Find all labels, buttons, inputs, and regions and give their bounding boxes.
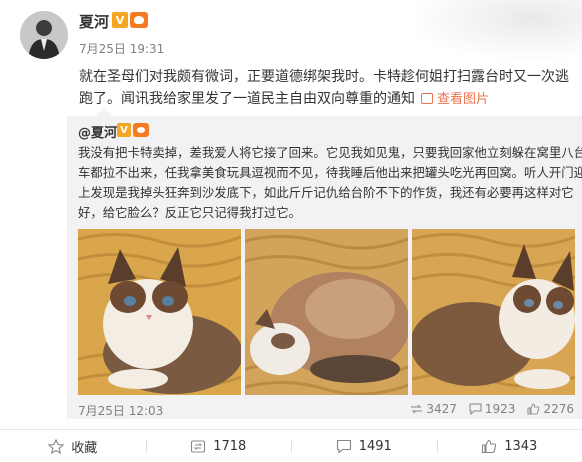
comment-count: 1491: [359, 439, 392, 454]
post-body: 就在圣母们对我颇有微词，正要道德绑架我时。卡特趁何姐打扫露台时又一次逃 跑了。闻…: [79, 66, 569, 111]
star-icon: [48, 439, 64, 454]
repost-text-line: 车都拉不出来，任我拿美食玩具逗视而不见，待我睡后他出来把罐头吃光再回窝。听人开门…: [78, 163, 573, 183]
post-author-name[interactable]: 夏河: [79, 11, 109, 32]
post-text-line: 跑了。闻讯我给家里发了一道民主自由双向尊重的通知 查看图片: [79, 88, 569, 111]
repost-author-name[interactable]: @夏河: [78, 122, 117, 141]
repost-count: 1718: [213, 439, 246, 454]
comment-icon: [469, 403, 482, 415]
repost-like-count[interactable]: 2276: [527, 402, 574, 416]
repost-timestamp[interactable]: 7月25日 12:03: [78, 402, 163, 419]
post-action-bar: 收藏 1718 1491 1343: [0, 429, 582, 462]
favorite-label: 收藏: [71, 437, 97, 456]
repost-repost-count[interactable]: 3427: [410, 402, 457, 416]
cat-photo-thumbnail[interactable]: [78, 229, 241, 395]
user-avatar[interactable]: [20, 11, 68, 59]
repost-icon: [190, 439, 206, 454]
comment-button[interactable]: 1491: [291, 430, 437, 462]
thumbs-up-icon: [481, 439, 497, 454]
view-image-link[interactable]: 查看图片: [421, 92, 489, 107]
repost-body: 我没有把卡特卖掉，差我爱人将它接了回来。它见我如见鬼，只要我回家他立刻躲在窝里八…: [78, 143, 573, 223]
repost-like-count-value: 2276: [543, 402, 574, 416]
image-icon: [421, 93, 433, 104]
verified-v-icon: V: [112, 12, 128, 28]
post-text-line-content: 跑了。闻讯我给家里发了一道民主自由双向尊重的通知: [79, 91, 415, 107]
cat-photo-thumbnail[interactable]: [412, 229, 575, 395]
view-image-label: 查看图片: [437, 92, 489, 107]
favorite-button[interactable]: 收藏: [0, 430, 146, 462]
thumbs-up-icon: [527, 403, 540, 415]
post-timestamp[interactable]: 7月25日 19:31: [79, 40, 164, 57]
comment-icon: [336, 439, 352, 454]
repost-comment-count-value: 1923: [485, 402, 516, 416]
repost-comment-count[interactable]: 1923: [469, 402, 516, 416]
member-level-icon: [133, 123, 149, 137]
post-text-line: 就在圣母们对我颇有微词，正要道德绑架我时。卡特趁何姐打扫露台时又一次逃: [79, 66, 569, 88]
repost-button[interactable]: 1718: [146, 430, 292, 462]
repost-text-line: 上发现是我掉头狂奔到沙发底下，如此斤斤记仇给台阶不下的作货，我还有必要再这样对它: [78, 183, 573, 203]
like-count: 1343: [504, 439, 537, 454]
header-background-decoration: [412, 0, 582, 60]
repost-text-line: 好，给它脸么？反正它只记得我打过它。: [78, 203, 573, 223]
repost-icon: [410, 403, 423, 415]
repost-pointer: [96, 108, 112, 116]
repost-stats: 3427 1923 2276: [410, 402, 574, 416]
repost-repost-count-value: 3427: [426, 402, 457, 416]
cat-photo-thumbnail[interactable]: [245, 229, 408, 395]
like-button[interactable]: 1343: [437, 430, 582, 462]
repost-text-line: 我没有把卡特卖掉，差我爱人将它接了回来。它见我如见鬼，只要我回家他立刻躲在窝里八…: [78, 143, 573, 163]
member-level-icon: [130, 12, 148, 28]
verified-v-icon: V: [117, 123, 131, 137]
